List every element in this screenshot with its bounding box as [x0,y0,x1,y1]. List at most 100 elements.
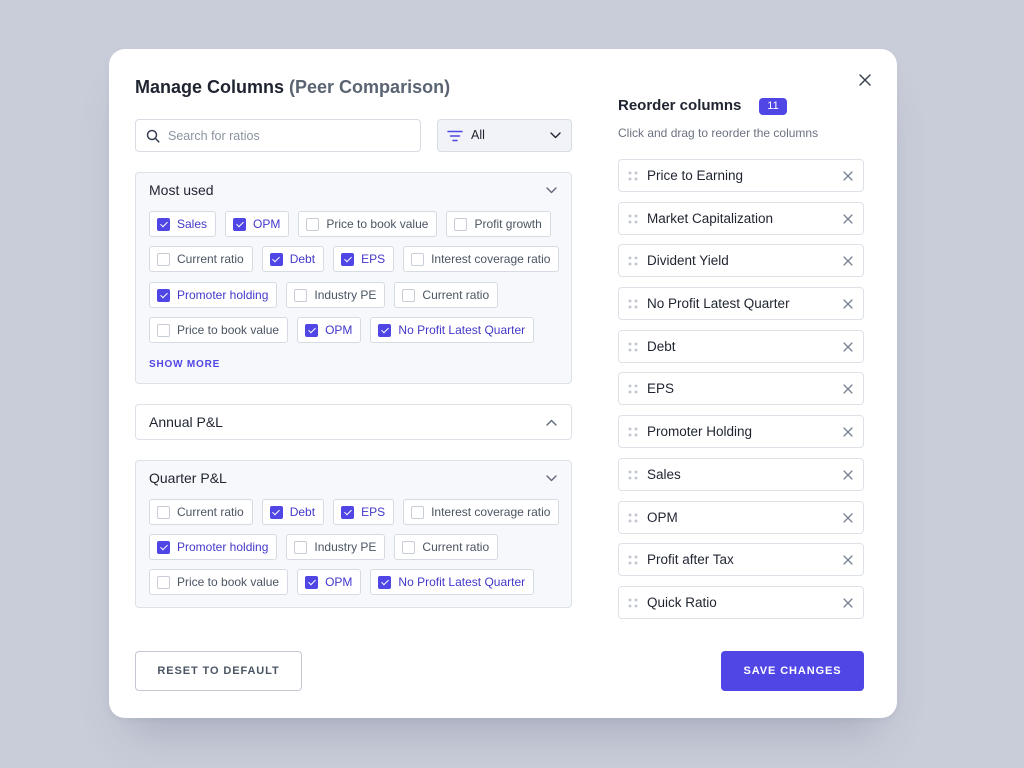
option-chip-current-ratio[interactable]: Current ratio [394,282,499,308]
reset-to-default-button[interactable]: RESET TO DEFAULT [135,651,302,691]
drag-handle-icon[interactable] [628,342,638,352]
checkbox[interactable] [269,252,283,266]
option-chip-promoter-holding[interactable]: Promoter holding [149,534,278,560]
section-header-quarter-pl[interactable]: Quarter P&L [136,461,571,495]
close-icon[interactable] [843,512,853,523]
checkbox[interactable] [306,217,320,231]
manage-columns-modal: Manage Columns(Peer Comparison) All Most… [109,49,897,718]
checkbox[interactable] [157,252,170,266]
close-icon[interactable] [843,256,853,267]
option-chip-price-to-book-value[interactable]: Price to book value [149,569,289,595]
option-chip-opm[interactable]: OPM [225,211,290,237]
checkbox[interactable] [341,252,355,266]
option-chip-interest-coverage-ratio[interactable]: Interest coverage ratio [403,499,560,525]
reorder-item-eps[interactable]: EPS [618,372,864,406]
reorder-item-no-profit-latest-quarter[interactable]: No Profit Latest Quarter [618,287,864,321]
checkbox[interactable] [411,505,425,519]
option-chip-price-to-book-value[interactable]: Price to book value [149,317,289,343]
option-chip-opm[interactable]: OPM [297,569,362,595]
chip-label: Current ratio [177,505,244,519]
reorder-item-sales[interactable]: Sales [618,457,864,491]
reorder-item-label: Market Capitalization [647,210,774,226]
checkbox[interactable] [157,288,170,302]
option-chip-interest-coverage-ratio[interactable]: Interest coverage ratio [403,246,560,272]
checkbox[interactable] [294,540,308,554]
close-icon[interactable] [843,342,853,352]
option-chip-industry-pe[interactable]: Industry PE [286,282,386,308]
chevron-down-icon[interactable] [546,475,557,482]
close-icon[interactable] [843,214,853,224]
chevron-up-icon[interactable] [546,419,557,426]
close-icon[interactable] [843,299,853,309]
option-chip-profit-growth[interactable]: Profit growth [446,211,551,237]
reorder-item-market-capitalization[interactable]: Market Capitalization [618,201,864,235]
chevron-down-icon[interactable] [546,187,557,194]
reorder-item-quick-ratio[interactable]: Quick Ratio [618,585,864,619]
close-icon[interactable] [843,384,853,395]
option-chip-debt[interactable]: Debt [261,246,325,272]
option-chip-promoter-holding[interactable]: Promoter holding [149,282,278,308]
save-changes-button[interactable]: SAVE CHANGES [721,651,864,691]
filter-dropdown[interactable]: All [437,119,572,152]
checkbox[interactable] [294,288,308,302]
checkbox[interactable] [378,575,392,589]
checkbox[interactable] [411,252,425,266]
close-icon[interactable] [843,171,853,181]
drag-handle-icon[interactable] [628,384,638,394]
chip-label: Price to book value [177,323,280,337]
reorder-item-label: OPM [647,509,678,525]
checkbox[interactable] [341,505,355,519]
checkbox[interactable] [157,323,170,337]
section-header-most-used[interactable]: Most used [136,173,571,207]
drag-handle-icon[interactable] [628,470,638,480]
close-icon[interactable] [843,598,853,608]
option-chip-eps[interactable]: EPS [333,499,395,525]
option-chip-debt[interactable]: Debt [261,499,325,525]
drag-handle-icon[interactable] [628,299,638,309]
drag-handle-icon[interactable] [628,555,638,565]
checkbox[interactable] [454,217,468,231]
close-icon[interactable] [858,73,872,87]
drag-handle-icon[interactable] [628,171,638,181]
search-input[interactable] [168,120,408,151]
checkbox[interactable] [157,217,170,231]
drag-handle-icon[interactable] [628,256,638,266]
option-chip-eps[interactable]: EPS [333,246,395,272]
drag-handle-icon[interactable] [628,427,638,437]
reorder-item-divident-yield[interactable]: Divident Yield [618,244,864,278]
drag-handle-icon[interactable] [628,513,638,523]
checkbox[interactable] [305,323,319,337]
close-icon[interactable] [843,555,853,565]
section-header-annual-pl[interactable]: Annual P&L [136,405,571,439]
option-chip-current-ratio[interactable]: Current ratio [149,499,253,525]
checkbox[interactable] [378,323,392,337]
option-chip-no-profit-latest-quarter[interactable]: No Profit Latest Quarter [370,317,535,343]
checkbox[interactable] [233,217,247,231]
option-chip-no-profit-latest-quarter[interactable]: No Profit Latest Quarter [370,569,535,595]
option-chip-industry-pe[interactable]: Industry PE [286,534,386,560]
show-more-link[interactable]: SHOW MORE [149,359,220,371]
checkbox[interactable] [269,505,283,519]
drag-handle-icon[interactable] [628,214,638,224]
option-chip-price-to-book-value[interactable]: Price to book value [298,211,438,237]
option-chip-opm[interactable]: OPM [297,317,362,343]
option-chip-current-ratio[interactable]: Current ratio [394,534,499,560]
drag-handle-icon[interactable] [628,598,638,608]
checkbox[interactable] [157,540,170,554]
reorder-item-opm[interactable]: OPM [618,500,864,534]
checkbox[interactable] [402,540,416,554]
checkbox[interactable] [402,288,416,302]
reorder-item-profit-after-tax[interactable]: Profit after Tax [618,543,864,577]
section-title: Annual P&L [149,414,223,430]
option-chip-current-ratio[interactable]: Current ratio [149,246,253,272]
reorder-item-debt[interactable]: Debt [618,329,864,363]
checkbox[interactable] [157,575,170,589]
search-box[interactable] [135,119,421,152]
reorder-item-price-to-earning[interactable]: Price to Earning [618,159,864,192]
checkbox[interactable] [157,505,170,519]
checkbox[interactable] [305,575,319,589]
close-icon[interactable] [843,427,853,437]
close-icon[interactable] [843,470,853,480]
reorder-item-promoter-holding[interactable]: Promoter Holding [618,415,864,449]
option-chip-sales[interactable]: Sales [149,211,217,237]
